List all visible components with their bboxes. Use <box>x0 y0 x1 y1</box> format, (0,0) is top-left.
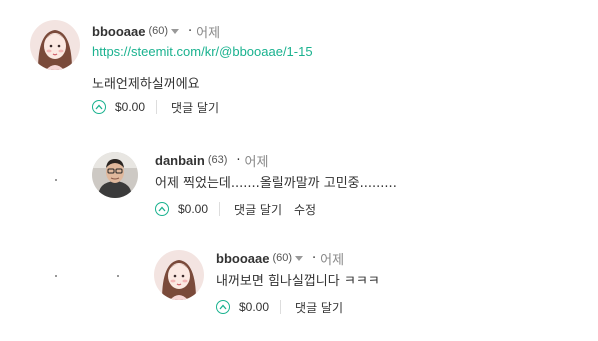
timestamp[interactable]: 어제 <box>320 249 344 268</box>
avatar[interactable] <box>30 20 80 70</box>
author-name[interactable]: danbain <box>155 153 205 168</box>
author-name[interactable]: bbooaae <box>92 24 145 39</box>
comment: bbooaae (60) · 어제 https://steemit.com/kr… <box>0 0 598 130</box>
comment: danbain (63) · 어제 어제 찍었는데.......올릴까말까 고민… <box>0 130 598 230</box>
meta-separator: · <box>236 152 241 168</box>
avatar[interactable] <box>92 152 138 198</box>
reputation-score: (60) <box>272 252 293 264</box>
thread-marker <box>55 179 57 181</box>
reply-button[interactable]: 댓글 달기 <box>234 201 282 218</box>
meta-separator: · <box>312 250 317 266</box>
edit-button[interactable]: 수정 <box>294 201 316 218</box>
comment-link[interactable]: https://steemit.com/kr/@bbooaae/1-15 <box>92 44 313 62</box>
payout-amount[interactable]: $0.00 <box>178 202 208 216</box>
chevron-down-icon[interactable] <box>295 256 304 261</box>
upvote-button[interactable] <box>92 100 106 114</box>
reply-button[interactable]: 댓글 달기 <box>171 99 219 116</box>
reputation-score: (63) <box>207 154 228 166</box>
comment-thread: bbooaae (60) · 어제 https://steemit.com/kr… <box>0 0 598 341</box>
author-name[interactable]: bbooaae <box>216 251 269 266</box>
upvote-chevron-icon <box>219 304 227 310</box>
avatar[interactable] <box>154 250 204 300</box>
reputation-score: (60) <box>148 25 169 37</box>
thread-marker <box>117 275 119 277</box>
reply-button[interactable]: 댓글 달기 <box>295 299 343 316</box>
upvote-chevron-icon <box>158 206 166 212</box>
meta-separator: · <box>188 23 193 39</box>
divider <box>219 202 221 216</box>
comment: bbooaae (60) · 어제 내꺼보면 힘나실껍니다 ㅋㅋㅋ $0.00 … <box>0 230 598 341</box>
comment-text: 노래언제하실꺼에요 <box>92 77 200 92</box>
payout-amount[interactable]: $0.00 <box>239 300 269 314</box>
comment-text: 내꺼보면 힘나실껍니다 ㅋㅋㅋ <box>216 274 380 289</box>
divider <box>156 100 158 114</box>
timestamp[interactable]: 어제 <box>196 22 220 41</box>
upvote-button[interactable] <box>216 300 230 314</box>
upvote-chevron-icon <box>95 104 103 110</box>
chevron-down-icon[interactable] <box>171 29 180 34</box>
payout-amount[interactable]: $0.00 <box>115 100 145 114</box>
upvote-button[interactable] <box>155 202 169 216</box>
divider <box>280 300 282 314</box>
thread-marker <box>55 275 57 277</box>
comment-text: 어제 찍었는데.......올릴까말까 고민중......... <box>155 176 397 191</box>
timestamp[interactable]: 어제 <box>245 151 269 170</box>
